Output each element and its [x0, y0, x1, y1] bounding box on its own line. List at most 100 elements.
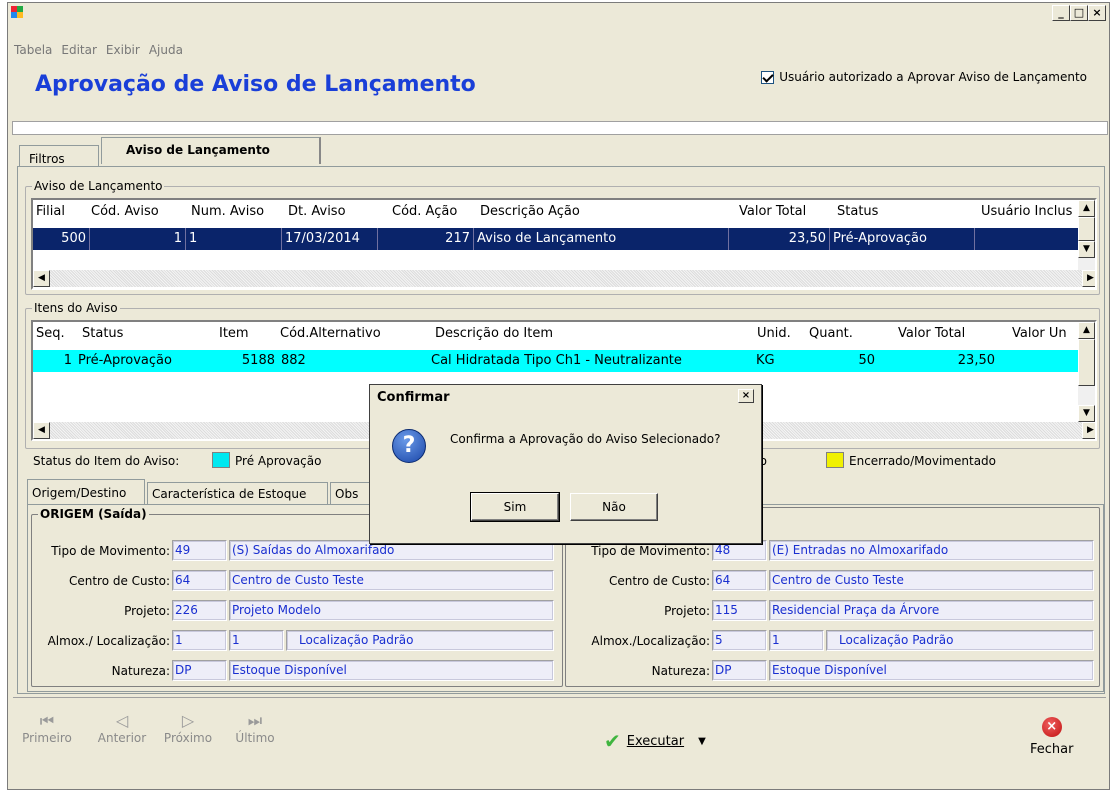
confirm-dialog: Confirmar × ? Confirma a Aprovação do Av… [369, 384, 762, 544]
maximize-button[interactable]: □ [1070, 5, 1088, 21]
cell: 50 [858, 353, 875, 368]
origem-natureza-label: Natureza: [111, 664, 170, 678]
scroll-thumb[interactable] [1078, 339, 1095, 386]
next-button[interactable]: ▷ Próximo [158, 711, 218, 745]
tab-obs[interactable]: Obs [330, 482, 370, 504]
destino-natureza-label: Natureza: [651, 664, 710, 678]
auth-checkbox[interactable] [761, 70, 775, 84]
col-header[interactable]: Descrição Ação [477, 201, 627, 223]
first-button[interactable]: ⏮ Primeiro [22, 711, 72, 745]
menu-exibir[interactable]: Exibir [106, 43, 140, 57]
origem-natureza-code[interactable]: DP [172, 660, 227, 681]
col-header[interactable]: Seq. [33, 323, 73, 345]
tab-origem-destino[interactable]: Origem/Destino [27, 479, 145, 505]
col-header[interactable]: Quant. [806, 323, 876, 345]
scroll-right-icon[interactable]: ▶ [1082, 270, 1095, 287]
origem-cc-code[interactable]: 64 [172, 570, 227, 591]
scroll-up-icon[interactable]: ▲ [1078, 200, 1095, 217]
cell: Pré-Aprovação [830, 228, 975, 250]
origem-projeto-code[interactable]: 226 [172, 600, 227, 621]
scroll-left-icon[interactable]: ◀ [33, 422, 50, 439]
col-header[interactable]: Valor Total [895, 323, 990, 345]
auth-checkbox-row[interactable]: Usuário autorizado a Aprovar Aviso de La… [761, 70, 1087, 84]
table-row[interactable]: 500 1 1 17/03/2014 217 Aviso de Lançamen… [33, 228, 1095, 250]
status-legend-item: Encerrado/Movimentado [849, 454, 997, 468]
previous-button[interactable]: ◁ Anterior [92, 711, 152, 745]
origem-cc-desc[interactable]: Centro de Custo Teste [229, 570, 554, 591]
aviso-grid[interactable]: Filial Cód. Aviso Num. Aviso Dt. Aviso C… [31, 198, 1097, 290]
tab-aviso[interactable]: Aviso de Lançamento [101, 137, 321, 164]
cell: Aviso de Lançamento [474, 228, 729, 250]
col-header[interactable]: Valor Total [736, 201, 831, 223]
tab-filtros[interactable]: Filtros [19, 145, 99, 167]
close-label: Fechar [1030, 742, 1074, 757]
col-header[interactable]: Cód. Aviso [88, 201, 183, 223]
dialog-title: Confirmar [370, 385, 761, 409]
aviso-hscroll[interactable]: ◀ ▶ [33, 270, 1095, 287]
col-header[interactable]: Num. Aviso [188, 201, 288, 223]
destino-projeto-desc[interactable]: Residencial Praça da Árvore [769, 600, 1094, 621]
tab-caracteristica-estoque[interactable]: Característica de Estoque [147, 482, 328, 504]
col-header[interactable]: Cód.Alternativo [277, 323, 407, 345]
col-header[interactable]: Item [216, 323, 276, 345]
origem-loc-desc[interactable]: Localização Padrão [286, 630, 554, 651]
close-button[interactable]: × Fechar [1030, 717, 1073, 757]
aviso-vscroll[interactable]: ▲ ▼ [1078, 200, 1095, 270]
dropdown-arrow-icon[interactable]: ▼ [698, 736, 706, 747]
destino-almox-label: Almox./Localização: [591, 634, 710, 648]
cell: KG [756, 353, 775, 368]
destino-cc-desc[interactable]: Centro de Custo Teste [769, 570, 1094, 591]
minimize-button[interactable]: _ [1052, 5, 1070, 21]
dialog-message: Confirma a Aprovação do Aviso Selecionad… [450, 432, 721, 446]
table-row[interactable]: 1 Pré-Aprovação 5188 882 Cal Hidratada T… [33, 350, 1095, 372]
col-header[interactable]: Status [79, 323, 189, 345]
col-header[interactable]: Usuário Inclus [978, 201, 1073, 223]
origem-almox-code[interactable]: 1 [172, 630, 227, 651]
no-button[interactable]: Não [570, 493, 658, 521]
origem-projeto-desc[interactable]: Projeto Modelo [229, 600, 554, 621]
col-header[interactable]: Descrição do Item [432, 323, 632, 345]
destino-loc-code[interactable]: 1 [769, 630, 824, 651]
last-label: Último [235, 731, 275, 745]
destino-natureza-code[interactable]: DP [712, 660, 767, 681]
menu-ajuda[interactable]: Ajuda [149, 43, 183, 57]
menu-tabela[interactable]: Tabela [14, 43, 52, 57]
execute-button[interactable]: ✔ Executar ▼ [604, 729, 706, 753]
close-window-button[interactable]: × [1088, 5, 1106, 21]
col-header[interactable]: Valor Un [1009, 323, 1084, 345]
yes-button[interactable]: Sim [470, 492, 560, 522]
col-header[interactable]: Dt. Aviso [285, 201, 385, 223]
origem-legend: ORIGEM (Saída) [40, 507, 147, 521]
col-header[interactable]: Status [834, 201, 914, 223]
origem-loc-code[interactable]: 1 [229, 630, 284, 651]
status-legend-item: Pré Aprovação [235, 454, 322, 468]
scroll-down-icon[interactable]: ▼ [1078, 241, 1095, 258]
destino-loc-desc[interactable]: Localização Padrão [826, 630, 1094, 651]
col-header[interactable]: Unid. [754, 323, 814, 345]
next-record-icon: ▷ [181, 711, 195, 730]
cell [998, 350, 1079, 372]
col-header[interactable]: Filial [33, 201, 73, 223]
destino-natureza-desc[interactable]: Estoque Disponível [769, 660, 1094, 681]
destino-almox-code[interactable]: 5 [712, 630, 767, 651]
scroll-down-icon[interactable]: ▼ [1078, 405, 1095, 422]
cell: 23,50 [729, 228, 830, 250]
destino-projeto-code[interactable]: 115 [712, 600, 767, 621]
itens-vscroll[interactable]: ▲ ▼ [1078, 322, 1095, 422]
scroll-thumb[interactable] [1078, 217, 1095, 241]
last-button[interactable]: ⏭ Último [230, 711, 280, 745]
scroll-up-icon[interactable]: ▲ [1078, 322, 1095, 339]
origem-natureza-desc[interactable]: Estoque Disponível [229, 660, 554, 681]
origem-projeto-label: Projeto: [124, 604, 170, 618]
origem-tipo-code[interactable]: 49 [172, 540, 227, 561]
scroll-right-icon[interactable]: ▶ [1082, 422, 1095, 439]
destino-tipo-desc[interactable]: (E) Entradas no Almoxarifado [769, 540, 1094, 561]
destino-cc-code[interactable]: 64 [712, 570, 767, 591]
menu-bar: Tabela Editar Exibir Ajuda [14, 43, 183, 57]
cell: 1 [63, 353, 72, 368]
col-header[interactable]: Cód. Ação [389, 201, 479, 223]
menu-editar[interactable]: Editar [61, 43, 97, 57]
scroll-left-icon[interactable]: ◀ [33, 270, 50, 287]
dialog-close-button[interactable]: × [738, 389, 754, 403]
previous-record-icon: ◁ [115, 711, 129, 730]
